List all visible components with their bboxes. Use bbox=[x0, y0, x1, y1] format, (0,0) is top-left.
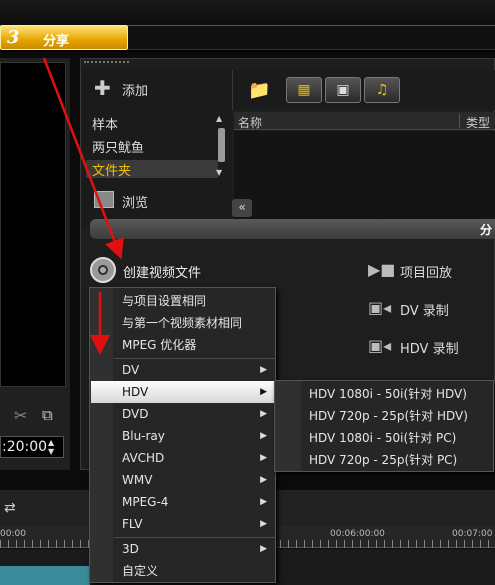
folder-icon[interactable]: 📁 bbox=[248, 80, 272, 101]
browse-button[interactable]: 浏览 bbox=[90, 188, 210, 212]
hdv-record-button[interactable]: ▣◂ HDV 录制 bbox=[368, 334, 488, 360]
menu-item-mpeg-optimizer[interactable]: MPEG 优化器 bbox=[114, 334, 275, 356]
section-label: 分 bbox=[480, 223, 493, 237]
ruler-label: 00:07:00 bbox=[452, 529, 493, 539]
library-item-selected[interactable]: 文件夹 bbox=[86, 160, 218, 178]
dv-record-label: DV 录制 bbox=[400, 304, 449, 319]
collapse-left-icon[interactable]: « bbox=[232, 199, 252, 217]
step-number: 3 bbox=[7, 27, 20, 48]
create-video-file-button[interactable]: 创建视频文件 bbox=[90, 256, 230, 284]
step-label: 分享 bbox=[43, 34, 70, 49]
submenu-item-hdv-1080i-hdv[interactable]: HDV 1080i - 50i(针对 HDV) bbox=[302, 383, 492, 405]
menu-item-label: 3D bbox=[122, 542, 139, 556]
menu-item-label: DVD bbox=[122, 407, 149, 421]
library-scrollbar[interactable]: ▲ ▼ bbox=[216, 114, 228, 178]
column-name[interactable]: 名称 bbox=[238, 114, 262, 131]
camera-icon: ▣◂ bbox=[368, 298, 392, 317]
submenu-arrow-icon: ▶ bbox=[260, 387, 267, 397]
menu-item-same-as-project[interactable]: 与项目设置相同 bbox=[114, 290, 275, 312]
library-item[interactable]: 样本 bbox=[86, 114, 218, 137]
submenu-arrow-icon: ▶ bbox=[260, 409, 267, 419]
film-reel-icon bbox=[90, 257, 116, 283]
column-type[interactable]: 类型 bbox=[466, 114, 490, 131]
menu-item-label: Blu-ray bbox=[122, 429, 165, 443]
library-item[interactable]: 两只鱿鱼 bbox=[86, 137, 218, 160]
section-bar: 分 bbox=[90, 219, 495, 239]
menu-item-label: MPEG-4 bbox=[122, 495, 169, 509]
library-list: 样本 两只鱿鱼 文件夹 bbox=[86, 114, 218, 178]
menu-item-mpeg4[interactable]: MPEG-4 ▶ bbox=[114, 491, 275, 513]
menu-item-flv[interactable]: FLV ▶ bbox=[114, 513, 275, 535]
menu-item-3d[interactable]: 3D ▶ bbox=[114, 538, 275, 560]
menu-item-label: FLV bbox=[122, 517, 143, 531]
track-clip[interactable] bbox=[0, 566, 90, 585]
submenu-arrow-icon: ▶ bbox=[260, 365, 267, 375]
cut-icon[interactable]: ✂ bbox=[14, 406, 34, 425]
menu-item-custom[interactable]: 自定义 bbox=[114, 560, 275, 582]
menu-item-label: WMV bbox=[122, 473, 153, 487]
menu-item-same-as-first-clip[interactable]: 与第一个视频素材相同 bbox=[114, 312, 275, 334]
submenu-arrow-icon: ▶ bbox=[260, 519, 267, 529]
copy-icon[interactable]: ⧉ bbox=[42, 406, 62, 424]
submenu-item-hdv-1080i-pc[interactable]: HDV 1080i - 50i(针对 PC) bbox=[302, 427, 492, 449]
menu-item-avchd[interactable]: AVCHD ▶ bbox=[114, 447, 275, 469]
scroll-thumb[interactable] bbox=[218, 128, 225, 162]
ruler-label: 00:00 bbox=[0, 529, 26, 539]
hdv-submenu: HDV 1080i - 50i(针对 HDV) HDV 720p - 25p(针… bbox=[274, 380, 494, 472]
hdv-record-label: HDV 录制 bbox=[400, 342, 459, 357]
menu-gutter bbox=[90, 288, 113, 582]
preview-screen bbox=[0, 62, 66, 387]
step-strip bbox=[128, 25, 495, 50]
add-library-button[interactable]: ✚ 添加 bbox=[90, 78, 210, 100]
submenu-arrow-icon: ▶ bbox=[260, 497, 267, 507]
submenu-arrow-icon: ▶ bbox=[260, 475, 267, 485]
audio-filter-icon[interactable]: ♫ bbox=[364, 77, 400, 103]
photo-filter-icon[interactable]: ▣ bbox=[325, 77, 361, 103]
menu-item-wmv[interactable]: WMV ▶ bbox=[114, 469, 275, 491]
menu-item-hdv[interactable]: HDV ▶ bbox=[91, 381, 275, 403]
scroll-down-icon[interactable]: ▼ bbox=[216, 168, 222, 177]
menu-item-dv[interactable]: DV ▶ bbox=[114, 359, 275, 381]
add-label: 添加 bbox=[122, 84, 149, 99]
file-list-area bbox=[234, 131, 495, 219]
create-video-label: 创建视频文件 bbox=[123, 266, 202, 281]
menu-item-label: HDV bbox=[122, 385, 149, 399]
menu-item-dvd[interactable]: DVD ▶ bbox=[114, 403, 275, 425]
menu-item-label: DV bbox=[122, 363, 140, 377]
column-separator bbox=[459, 114, 460, 128]
playback-icon: ▶■ bbox=[368, 260, 396, 279]
submenu-item-hdv-720p-pc[interactable]: HDV 720p - 25p(针对 PC) bbox=[302, 449, 492, 471]
project-playback-button[interactable]: ▶■ 项目回放 bbox=[368, 258, 488, 284]
camera-icon: ▣◂ bbox=[368, 336, 392, 355]
submenu-gutter bbox=[275, 381, 301, 471]
step-tab-share[interactable]: 3 分享 bbox=[0, 25, 128, 50]
panel-grip[interactable] bbox=[84, 61, 129, 67]
ruler-label: 00:06:00:00 bbox=[330, 529, 385, 539]
video-filter-icon[interactable]: ▦ bbox=[286, 77, 322, 103]
submenu-arrow-icon: ▶ bbox=[260, 431, 267, 441]
menu-item-label: AVCHD bbox=[122, 451, 165, 465]
browse-icon bbox=[94, 191, 114, 208]
create-video-menu: 与项目设置相同 与第一个视频素材相同 MPEG 优化器 DV ▶ HDV ▶ DVD… bbox=[89, 287, 276, 583]
timecode-spinner[interactable]: ▲ ▼ bbox=[48, 438, 58, 456]
submenu-arrow-icon: ▶ bbox=[260, 453, 267, 463]
menu-item-bluray[interactable]: Blu-ray ▶ bbox=[114, 425, 275, 447]
swap-track-icon[interactable]: ⇄ bbox=[4, 500, 26, 520]
scroll-up-icon[interactable]: ▲ bbox=[216, 114, 222, 123]
submenu-arrow-icon: ▶ bbox=[260, 544, 267, 554]
plus-icon: ✚ bbox=[94, 76, 111, 100]
browse-label: 浏览 bbox=[122, 196, 149, 211]
submenu-item-hdv-720p-hdv[interactable]: HDV 720p - 25p(针对 HDV) bbox=[302, 405, 492, 427]
dv-record-button[interactable]: ▣◂ DV 录制 bbox=[368, 296, 488, 322]
file-list-header: 名称 类型 bbox=[234, 112, 495, 130]
project-playback-label: 项目回放 bbox=[400, 266, 453, 281]
